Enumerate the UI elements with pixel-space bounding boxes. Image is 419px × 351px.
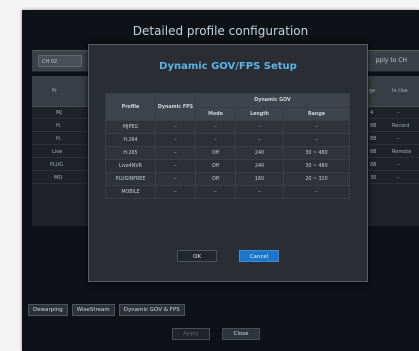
apply-button[interactable]: Apply xyxy=(172,328,210,340)
mode-cell[interactable]: Off xyxy=(195,146,236,160)
profile-cell: H.264 xyxy=(105,133,156,147)
tab-dynamic-gov-fps[interactable]: Dynamic GOV & FPS xyxy=(118,304,185,316)
dynamic-fps-column-header: Dynamic FPS xyxy=(155,93,196,121)
table-row: PLUGINFREE – Off 160 20 ~ 320 xyxy=(105,172,351,186)
profile-cell: MOBILE xyxy=(105,185,156,199)
table-row: MJPEG – – – – xyxy=(105,120,351,134)
dynamic-gov-column-header: Dynamic GOV xyxy=(194,93,351,108)
tab-dewarping[interactable]: Dewarping xyxy=(28,304,68,316)
profile-cell: Live4NVR xyxy=(105,159,156,173)
ok-button[interactable]: OK xyxy=(177,250,217,262)
dynamic-fps-cell: – xyxy=(155,120,196,134)
length-cell: – xyxy=(235,120,284,134)
mode-cell: – xyxy=(195,185,236,199)
mode-cell[interactable]: Off xyxy=(195,159,236,173)
close-button[interactable]: Close xyxy=(222,328,260,340)
range-cell: 30 ~ 480 xyxy=(282,159,351,173)
length-cell: – xyxy=(235,185,284,199)
in-use-header: In Use xyxy=(392,88,408,94)
bottom-button-bar: Apply Close xyxy=(172,328,260,340)
profile-cell: PLUGINFREE xyxy=(105,172,156,186)
profile-cell: MJPEG xyxy=(105,120,156,134)
table-row: MOBILE – – – – xyxy=(105,185,351,199)
gov-fps-table: Profile Dynamic FPS Dynamic GOV Mode Len… xyxy=(105,93,351,199)
mode-cell[interactable]: Off xyxy=(195,172,236,186)
range-cell: – xyxy=(282,120,351,134)
channel-select[interactable]: CH 02 xyxy=(38,55,82,67)
table-row: H.265 – Off 240 30 ~ 480 xyxy=(105,146,351,160)
range-cell: – xyxy=(282,185,351,199)
length-column-header: Length xyxy=(235,107,284,121)
profile-column-header: Profile xyxy=(105,93,156,121)
range-header-partial: ge xyxy=(369,88,376,94)
dynamic-fps-cell[interactable]: – xyxy=(155,159,196,173)
dynamic-gov-fps-dialog: Dynamic GOV/FPS Setup Profile Dynamic FP… xyxy=(88,44,368,282)
table-row: H.264 – – – – xyxy=(105,133,351,147)
screen-title: Detailed profile configuration xyxy=(132,24,309,38)
dynamic-fps-cell: – xyxy=(155,133,196,147)
dynamic-fps-cell: – xyxy=(155,185,196,199)
dialog-button-row: OK Cancel xyxy=(89,250,367,262)
settings-tab-strip: Dewarping WiseStream Dynamic GOV & FPS xyxy=(28,304,185,316)
profile-cell: H.265 xyxy=(105,146,156,160)
cancel-button[interactable]: Cancel xyxy=(239,250,279,262)
length-cell[interactable]: 160 xyxy=(235,172,284,186)
range-cell: 20 ~ 320 xyxy=(282,172,351,186)
tab-wisestream[interactable]: WiseStream xyxy=(71,304,115,316)
dialog-title: Dynamic GOV/FPS Setup xyxy=(159,61,297,72)
apply-to-ch-button[interactable]: pply to CH xyxy=(376,55,407,67)
table-row: Live4NVR – Off 240 30 ~ 480 xyxy=(105,159,351,173)
mode-cell: – xyxy=(195,133,236,147)
range-cell: – xyxy=(282,133,351,147)
mode-cell: – xyxy=(195,120,236,134)
mode-column-header: Mode xyxy=(195,107,236,121)
profile-header-partial: Pr xyxy=(52,88,57,94)
range-column-header: Range xyxy=(282,107,351,121)
length-cell[interactable]: 240 xyxy=(235,146,284,160)
length-cell[interactable]: 240 xyxy=(235,159,284,173)
dynamic-fps-cell[interactable]: – xyxy=(155,172,196,186)
dynamic-fps-cell[interactable]: – xyxy=(155,146,196,160)
length-cell: – xyxy=(235,133,284,147)
range-cell: 30 ~ 480 xyxy=(282,146,351,160)
